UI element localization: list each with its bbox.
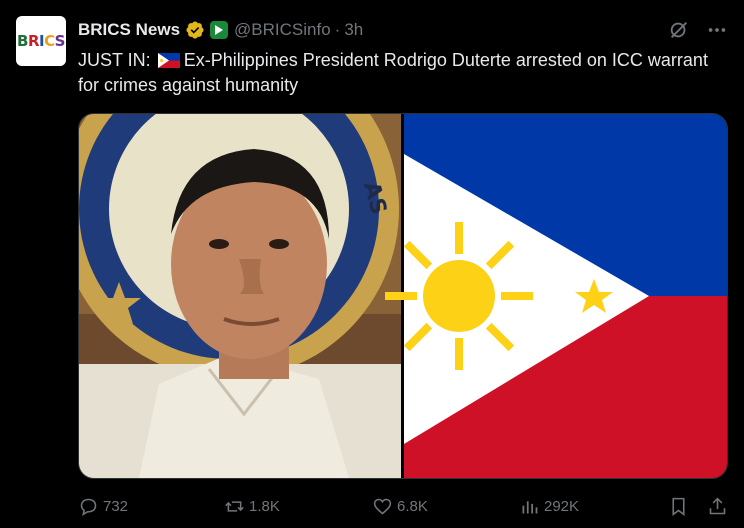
- repost-button[interactable]: 1.8K: [224, 496, 280, 517]
- author-handle[interactable]: @BRICSinfo: [234, 20, 331, 40]
- reply-count: 732: [103, 498, 129, 515]
- philippines-flag-emoji: [157, 50, 180, 68]
- repost-icon: [225, 501, 244, 512]
- grok-icon[interactable]: [668, 19, 690, 46]
- like-count: 6.8K: [397, 498, 428, 515]
- tweet-media[interactable]: AS: [78, 113, 728, 479]
- bookmark-icon: [672, 497, 685, 516]
- repost-count: 1.8K: [249, 498, 280, 515]
- avatar[interactable]: BRICS: [16, 16, 66, 66]
- reply-button[interactable]: 732: [78, 496, 128, 517]
- affiliate-icon[interactable]: [210, 21, 229, 39]
- more-icon[interactable]: [706, 19, 728, 46]
- like-button[interactable]: 6.8K: [372, 496, 428, 517]
- bookmark-button[interactable]: [668, 496, 689, 521]
- duterte-photo[interactable]: AS: [79, 114, 401, 478]
- tweet-actions: 732 1.8K 6.8K 292K: [78, 494, 728, 520]
- author-name[interactable]: BRICS News: [78, 20, 180, 40]
- timestamp[interactable]: 3h: [344, 20, 363, 40]
- separator-dot: ·: [334, 20, 341, 39]
- views-icon: [522, 501, 538, 514]
- tweet-prefix: JUST IN:: [78, 50, 151, 70]
- philippines-flag-image[interactable]: [385, 114, 727, 478]
- share-icon: [709, 497, 726, 515]
- views-button[interactable]: 292K: [519, 496, 579, 517]
- reply-icon: [80, 498, 97, 516]
- like-icon: [373, 498, 392, 515]
- tweet-header: BRICS News @BRICSinfo · 3h: [78, 19, 728, 41]
- views-count: 292K: [544, 498, 580, 515]
- avatar-logo: BRICS: [17, 32, 65, 50]
- tweet-text: JUST IN: Ex-Philippines President Rodrig…: [78, 48, 718, 98]
- share-button[interactable]: [707, 496, 728, 521]
- verified-badge-icon[interactable]: [185, 20, 205, 40]
